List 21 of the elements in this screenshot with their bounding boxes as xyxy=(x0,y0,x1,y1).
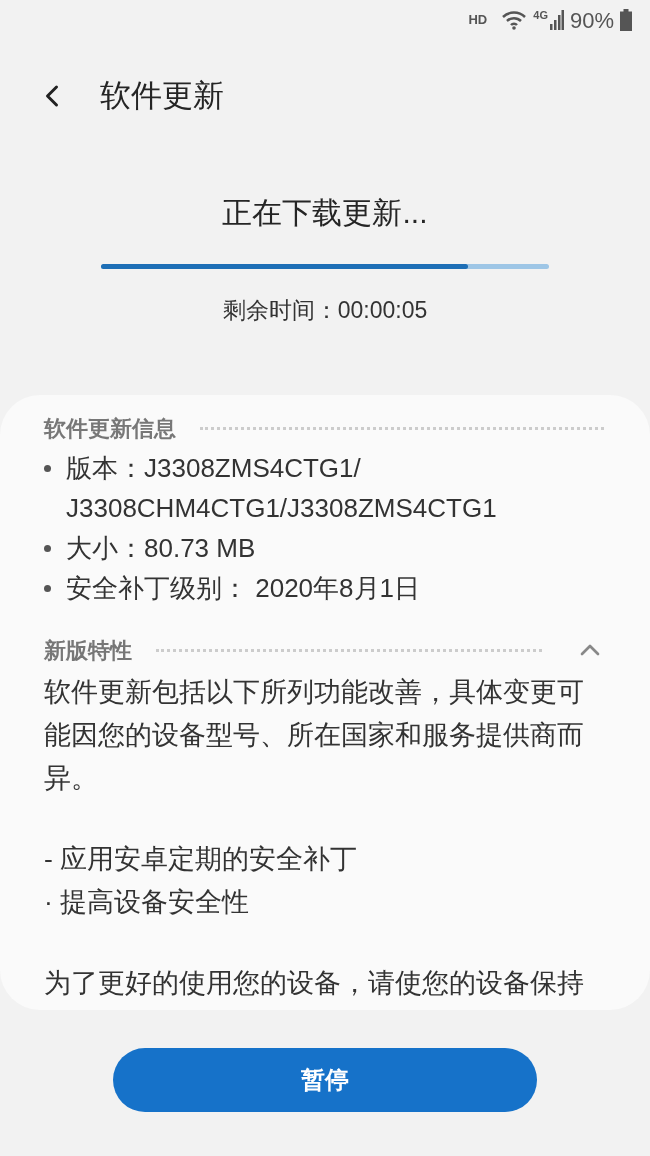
page-title: 软件更新 xyxy=(100,76,224,115)
description-paragraph: 软件更新包括以下所列功能改善，具体变更可能因您的设备型号、所在国家和服务提供商而异。 xyxy=(44,676,585,795)
download-status: 正在下载更新... xyxy=(222,195,428,231)
network-type: 4G xyxy=(533,10,548,21)
signal-icon xyxy=(549,10,564,30)
info-item: 版本：J3308ZMS4CTG1/ J3308CHM4CTG1/J3308ZMS4CTG1 xyxy=(66,452,497,525)
bullet-icon xyxy=(44,464,51,472)
description-paragraph: - 应用安卓定期的安全补丁 · 提高设备安全性 xyxy=(44,843,359,919)
pause-button[interactable]: 暂停 xyxy=(113,1048,537,1112)
bullet-icon xyxy=(44,544,51,552)
bullet-icon xyxy=(44,584,51,592)
battery-icon xyxy=(620,9,632,31)
info-item: 安全补丁级别： 2020年8月1日 xyxy=(66,572,420,605)
description-paragraph: 为了更好的使用您的设备，请使您的设备保持 xyxy=(44,967,585,1000)
battery-percent: 90% xyxy=(569,6,614,35)
section-heading: 新版特性 xyxy=(44,636,132,665)
remaining-time: 剩余时间：00:00:05 xyxy=(222,296,428,325)
wifi-icon xyxy=(501,10,528,30)
section-heading: 软件更新信息 xyxy=(44,414,176,443)
hd-indicator: HD xyxy=(468,11,488,30)
info-item: 大小：80.73 MB xyxy=(66,532,256,565)
